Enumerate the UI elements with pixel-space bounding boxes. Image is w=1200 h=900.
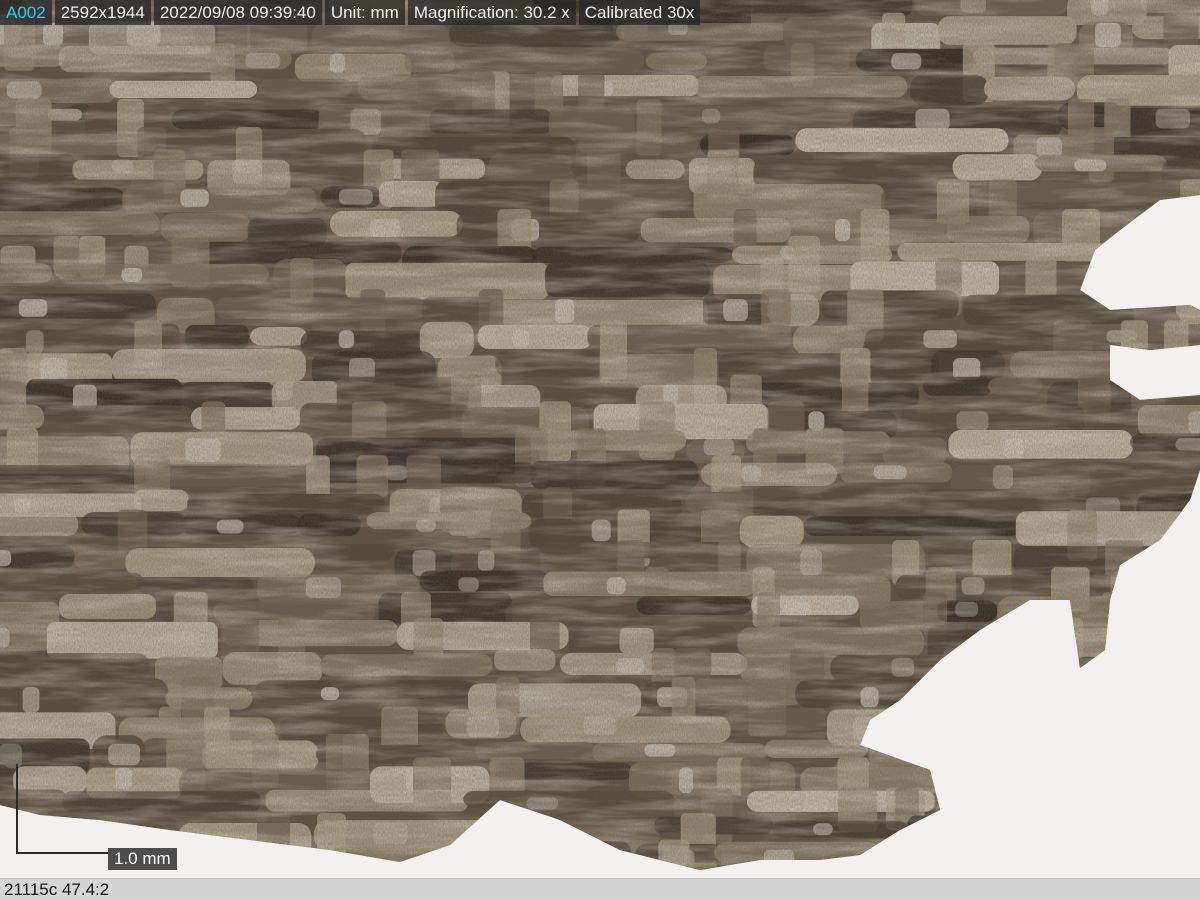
woven-fiber-specimen-image — [0, 0, 1200, 878]
scale-bar: 1.0 mm — [16, 764, 190, 872]
microscope-image-viewport: A002 2592x1944 2022/09/08 09:39:40 Unit:… — [0, 0, 1200, 878]
unit-label: Unit: mm — [324, 0, 405, 25]
magnification-label: Magnification: 30.2 x — [407, 0, 576, 25]
image-id-label: A002 — [0, 0, 52, 25]
status-bar: 21115c 47.4:2 — [0, 878, 1200, 900]
calibration-label: Calibrated 30x — [578, 0, 701, 25]
scale-bar-vertical-line — [16, 764, 18, 854]
resolution-label: 2592x1944 — [54, 0, 151, 25]
scale-bar-horizontal-line — [16, 852, 108, 854]
status-bar-text: 21115c 47.4:2 — [4, 880, 110, 899]
capture-info-bar: A002 2592x1944 2022/09/08 09:39:40 Unit:… — [0, 0, 701, 25]
scale-bar-label: 1.0 mm — [108, 848, 177, 870]
datetime-label: 2022/09/08 09:39:40 — [153, 0, 322, 25]
